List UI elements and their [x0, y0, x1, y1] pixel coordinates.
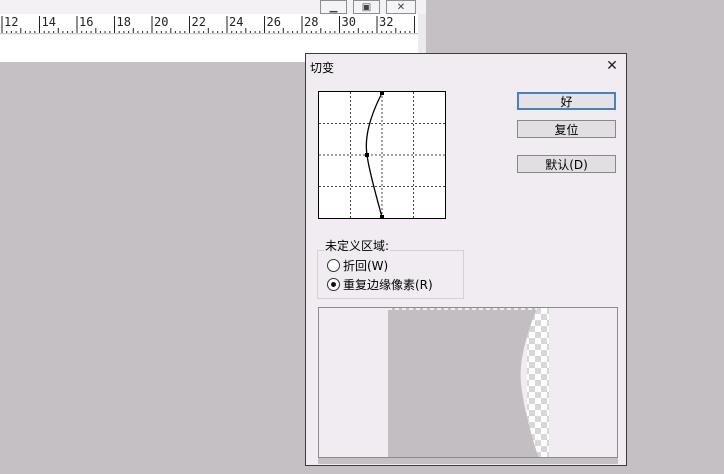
ruler-number: 16: [79, 15, 94, 29]
curve-point-bottom[interactable]: [380, 215, 384, 218]
shear-curve-canvas[interactable]: [319, 92, 445, 218]
ruler-number: 26: [266, 15, 281, 29]
reset-button[interactable]: 复位: [517, 120, 616, 138]
minimize-button[interactable]: ▁: [320, 0, 347, 14]
restore-icon: ▣: [361, 1, 372, 13]
curve-point-top[interactable]: [380, 92, 384, 95]
horizontal-ruler: 12 14 16 18 20 22 24 26 28 30 32: [0, 14, 418, 34]
ruler-number: 28: [304, 15, 319, 29]
preview-bottom-strip: [318, 458, 618, 464]
default-button[interactable]: 默认(D): [517, 155, 616, 173]
dialog-close-button[interactable]: ✕: [602, 56, 622, 76]
ruler-number: 14: [41, 15, 56, 29]
undefined-area-label: 未定义区域:: [324, 237, 391, 254]
ruler-number: 32: [379, 15, 394, 29]
wrap-around-label: 折回(W): [343, 259, 389, 273]
repeat-edge-pixels-label: 重复边缘像素(R): [343, 278, 433, 292]
minimize-icon: ▁: [329, 1, 338, 13]
ruler-number: 22: [191, 15, 206, 29]
shear-preview: [318, 307, 618, 458]
shear-curve-grid[interactable]: [318, 91, 446, 219]
repeat-edge-pixels-option[interactable]: 重复边缘像素(R): [327, 276, 433, 293]
ruler-number: 18: [116, 15, 131, 29]
ruler-number: 24: [229, 15, 244, 29]
ruler-number: 20: [154, 15, 169, 29]
preview-canvas: [388, 308, 549, 457]
shear-dialog: 切变 ✕ 好 复位 默认(D) 未定义区域: 折回(W) 重复边缘像素(R): [305, 53, 627, 466]
dialog-title: 切变: [310, 61, 335, 75]
restore-button[interactable]: ▣: [353, 0, 380, 14]
window-close-button[interactable]: ✕: [386, 0, 416, 14]
close-icon: ✕: [606, 58, 618, 74]
close-icon: ✕: [396, 1, 406, 13]
curve-point-middle[interactable]: [365, 153, 369, 157]
ruler-number: 12: [4, 15, 19, 29]
wrap-around-option[interactable]: 折回(W): [327, 257, 388, 274]
ruler-number: 30: [341, 15, 356, 29]
radio-repeat-edge-pixels[interactable]: [327, 278, 340, 291]
sheared-image-area: [388, 308, 539, 457]
ok-button[interactable]: 好: [517, 92, 616, 110]
radio-wrap-around[interactable]: [327, 259, 340, 272]
